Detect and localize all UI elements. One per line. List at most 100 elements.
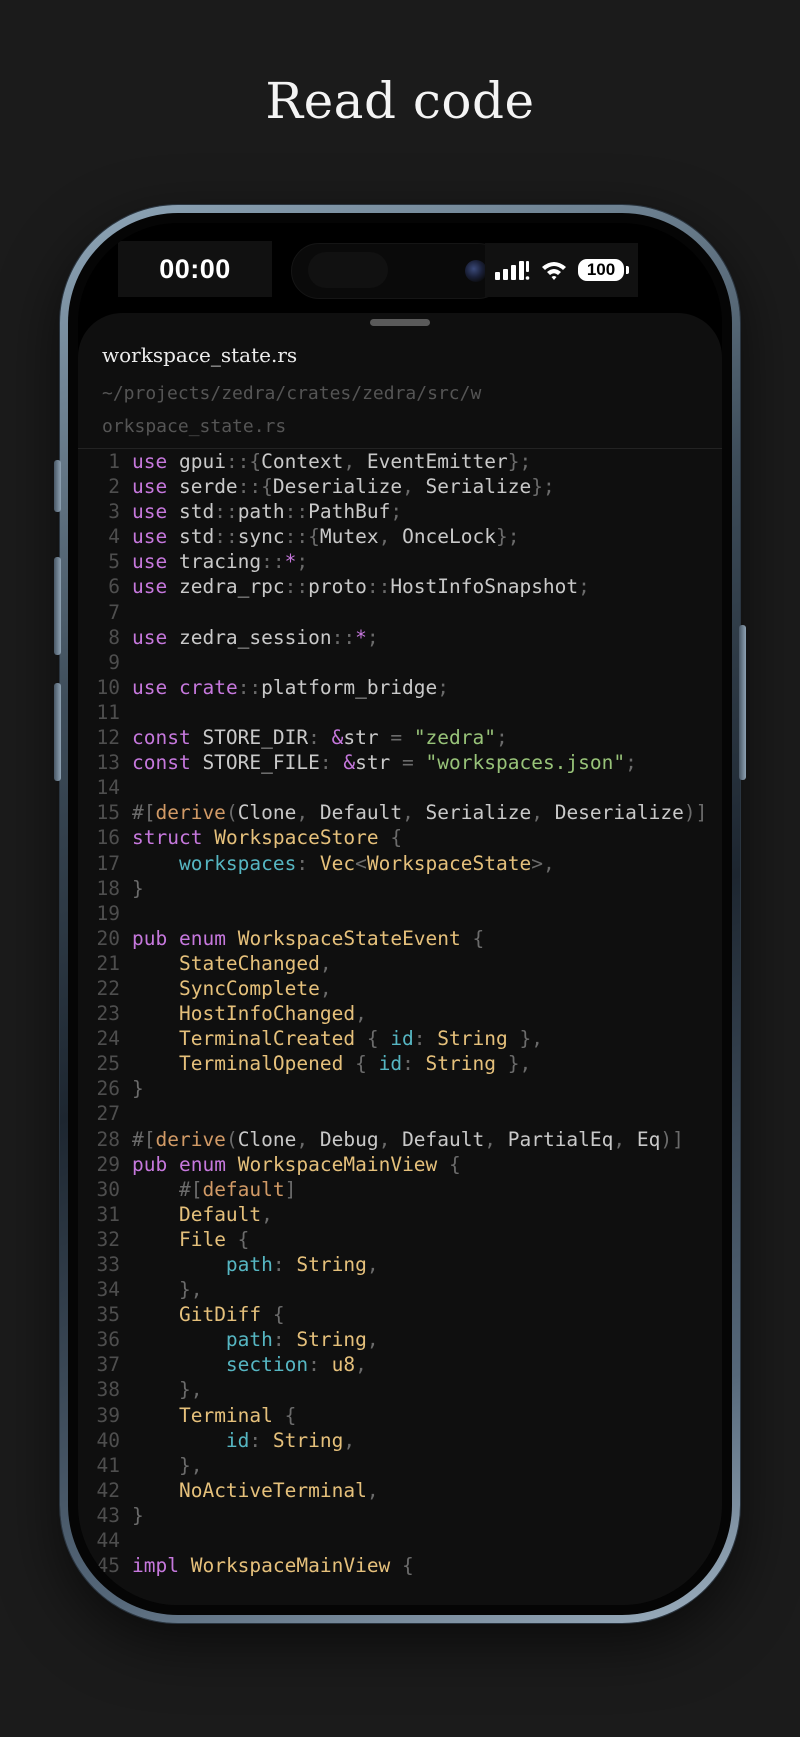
code-line: 6 use zedra_rpc::proto::HostInfoSnapshot; <box>78 574 722 599</box>
code-line: 31 Default, <box>78 1202 722 1227</box>
code-token: { <box>261 1303 285 1327</box>
code-line: 15 #[derive(Clone, Default, Serialize, De… <box>78 800 722 825</box>
code-token: WorkspaceState <box>366 851 532 875</box>
code-line: 37 section: u8, <box>78 1352 722 1377</box>
bottom-fade <box>78 1575 722 1605</box>
sheet-grabber[interactable] <box>370 319 430 326</box>
code-token: ; <box>496 726 508 750</box>
line-source: NoActiveTerminal, <box>132 1478 379 1503</box>
code-token: derive <box>155 801 226 825</box>
code-token: :: <box>284 500 309 524</box>
code-token: SyncComplete <box>178 976 320 1000</box>
code-token: }; <box>531 475 555 499</box>
line-source: StateChanged, <box>132 951 332 976</box>
code-token: , <box>296 801 320 825</box>
line-source: HostInfoChanged, <box>132 1001 367 1026</box>
line-number: 36 <box>96 1328 120 1352</box>
code-token: zedra_rpc <box>167 575 285 599</box>
line-number: 18 <box>96 876 120 900</box>
code-token: Deserialize <box>554 801 684 825</box>
code-token: use <box>132 550 168 574</box>
code-line: 21 StateChanged, <box>78 951 722 976</box>
code-view[interactable]: 1 use gpui::{Context, EventEmitter}; 2 use … <box>78 449 722 1605</box>
code-token: String <box>296 1328 367 1352</box>
code-token: , <box>343 1428 356 1452</box>
code-token: sync <box>237 525 285 549</box>
code-token: default <box>202 1177 285 1201</box>
line-source: pub enum WorkspaceMainView { <box>132 1152 461 1177</box>
code-line: 42 NoActiveTerminal, <box>78 1478 722 1503</box>
dynamic-island <box>291 243 506 299</box>
power-button <box>739 625 746 780</box>
code-line: 18} <box>78 876 722 901</box>
code-token: : <box>249 1428 273 1452</box>
code-line: 33 path: String, <box>78 1252 722 1277</box>
line-number: 43 <box>96 1503 120 1527</box>
code-token: , <box>319 951 332 975</box>
code-line: 16 struct WorkspaceStore { <box>78 825 722 850</box>
code-token: String <box>272 1428 344 1452</box>
code-token: #[ <box>132 801 156 825</box>
code-line: 23 HostInfoChanged, <box>78 1001 722 1026</box>
code-token: Default <box>402 1127 485 1151</box>
line-source: const STORE_DIR: &str = "zedra"; <box>132 725 508 750</box>
status-time-area: 00:00 <box>118 241 272 297</box>
code-line: 28 #[derive(Clone, Debug, Default, Partia… <box>78 1127 722 1152</box>
code-token: STORE_DIR <box>190 726 309 750</box>
line-number: 6 <box>108 575 120 599</box>
code-token: serde <box>167 475 238 499</box>
code-token: std <box>167 500 215 524</box>
code-token: :: <box>214 500 238 524</box>
code-token: ; <box>578 575 590 599</box>
code-token: : <box>319 751 344 775</box>
code-token: = <box>378 726 414 750</box>
code-token: & <box>331 726 344 750</box>
code-token: WorkspaceStateEvent <box>237 926 461 950</box>
code-token: section <box>225 1353 309 1377</box>
line-number: 13 <box>96 751 120 775</box>
code-token: PathBuf <box>308 500 391 524</box>
code-token: }, <box>496 1052 532 1076</box>
file-header: workspace_state.rs ~/projects/zedra/crat… <box>102 343 702 443</box>
line-source: use zedra_rpc::proto::HostInfoSnapshot; <box>132 574 590 599</box>
code-token: enum <box>178 926 226 950</box>
code-token: enum <box>178 1152 226 1176</box>
code-token: str <box>355 751 391 775</box>
code-token: Deserialize <box>272 475 403 499</box>
file-path: ~/projects/zedra/crates/zedra/src/worksp… <box>102 383 482 437</box>
line-number: 21 <box>96 951 120 975</box>
code-token: :: <box>237 675 262 699</box>
line-source: GitDiff { <box>132 1302 285 1327</box>
line-number: 41 <box>96 1453 120 1477</box>
code-token: id <box>390 1027 414 1051</box>
code-token: :: <box>261 550 285 574</box>
code-token: ; <box>437 675 450 699</box>
line-number: 34 <box>96 1278 120 1302</box>
line-source: }, <box>132 1277 202 1302</box>
code-token: ::{ <box>284 525 320 549</box>
line-number: 35 <box>96 1303 120 1327</box>
code-line: 35 GitDiff { <box>78 1302 722 1327</box>
code-line: 26} <box>78 1076 722 1101</box>
phone-bezel: 00:00 100 workspace_state.rs ~/projects/… <box>68 213 732 1615</box>
code-line: 5 use tracing::*; <box>78 549 722 574</box>
code-token: Clone <box>237 1127 297 1151</box>
code-line: 36 path: String, <box>78 1327 722 1352</box>
code-token: , <box>366 1478 379 1502</box>
camera-icon <box>465 260 487 282</box>
code-line: 17 workspaces: Vec<WorkspaceState>, <box>78 851 722 876</box>
code-token: ::{ <box>237 475 273 499</box>
line-source: use crate::platform_bridge; <box>132 675 449 700</box>
code-token: { <box>272 1403 297 1427</box>
code-line: 22 SyncComplete, <box>78 976 722 1001</box>
code-token: const <box>132 726 191 750</box>
code-line: 32 File { <box>78 1227 722 1252</box>
code-token: { <box>355 1027 391 1051</box>
